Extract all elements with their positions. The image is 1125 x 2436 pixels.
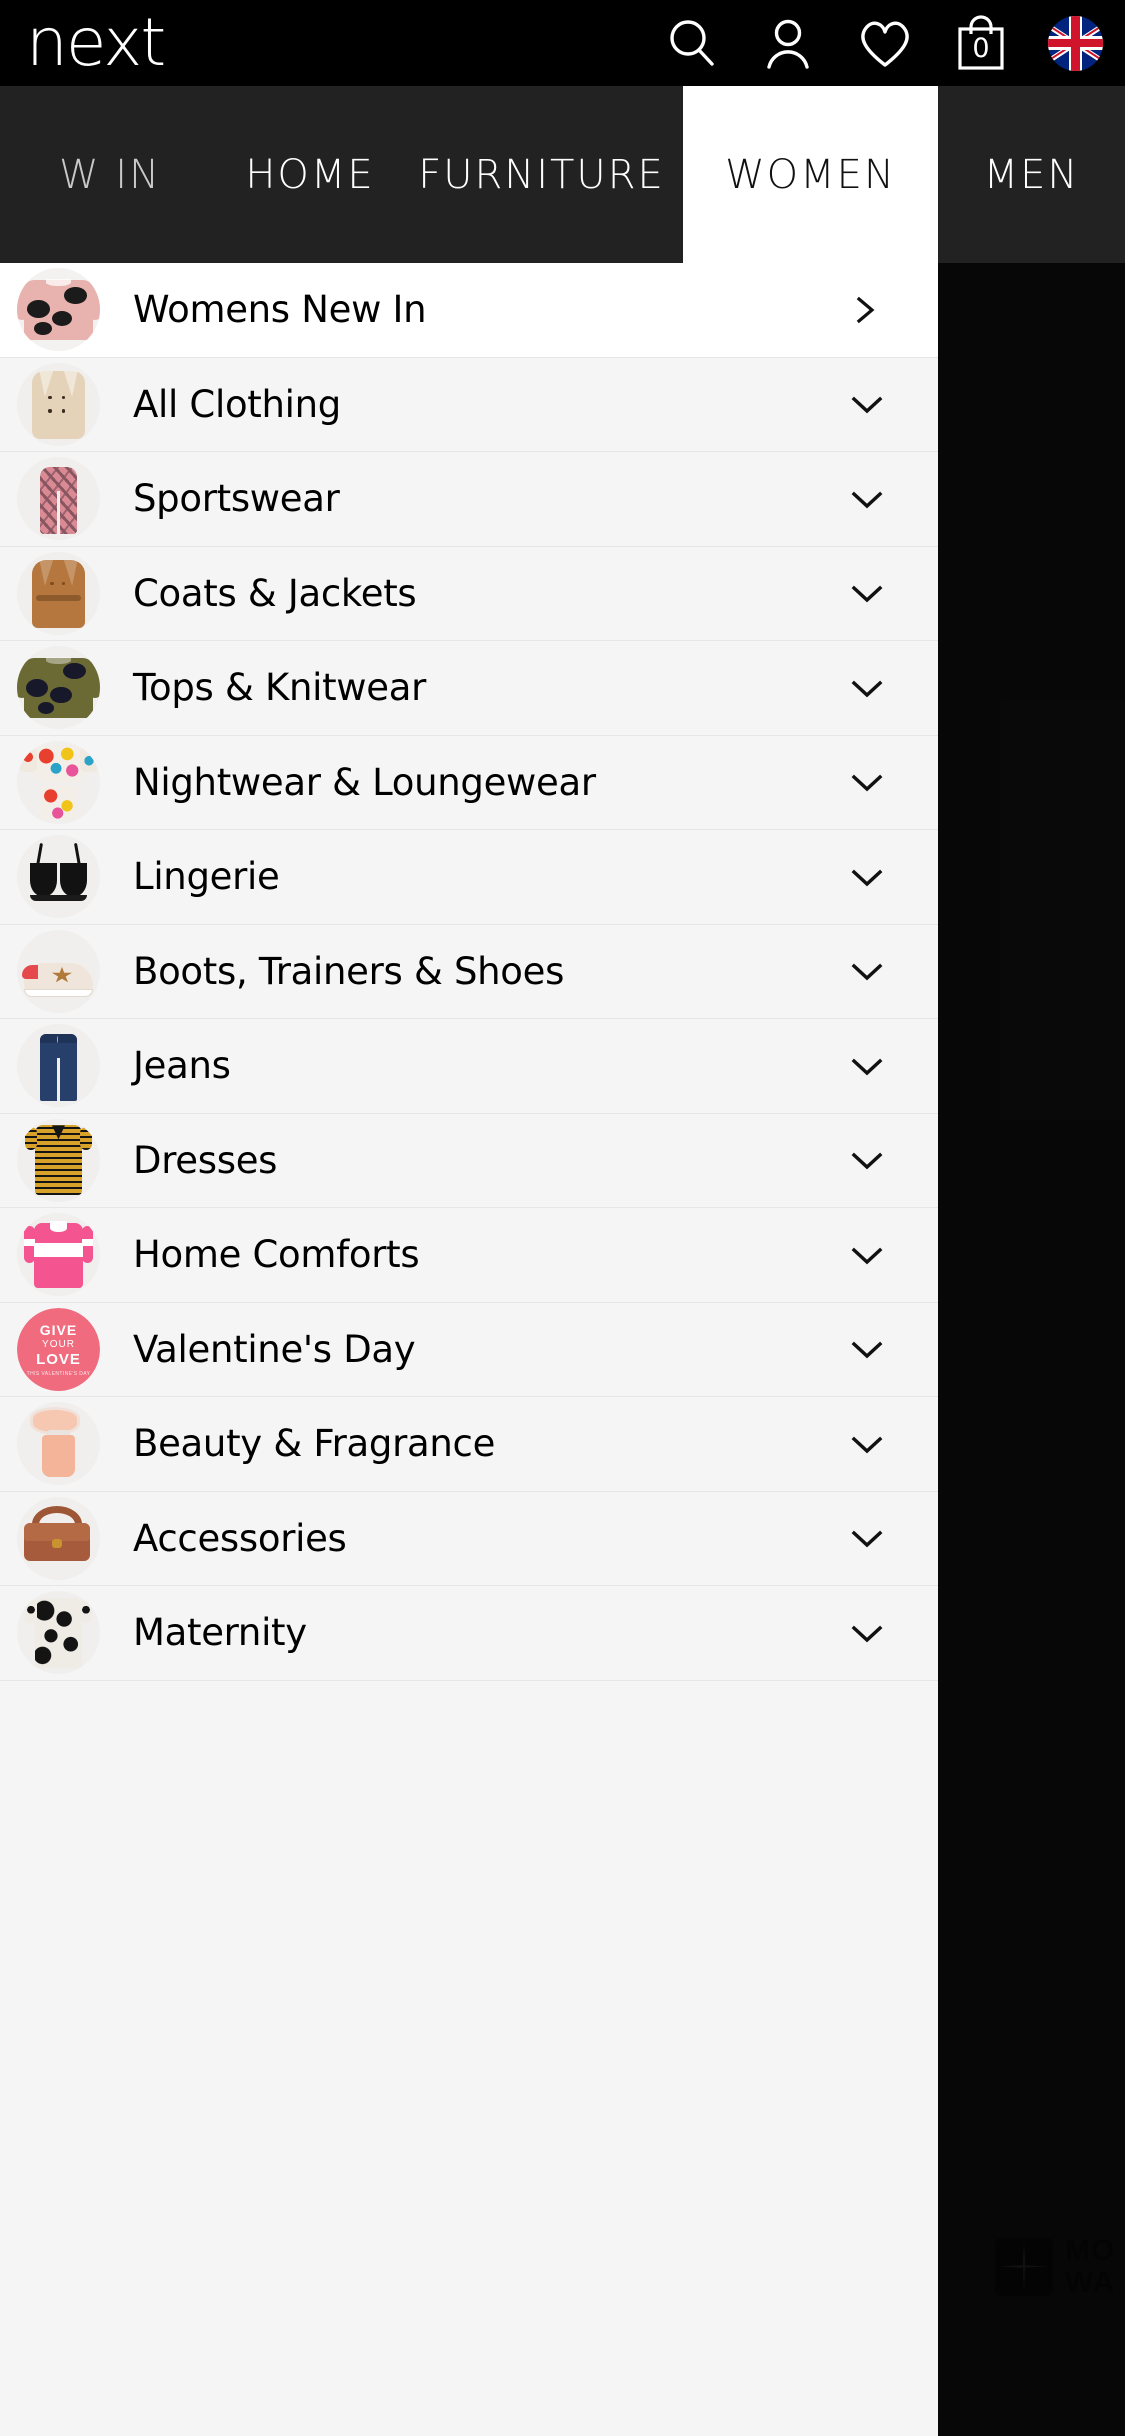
jeans-indigo-thumbnail	[17, 1024, 100, 1108]
next-logo[interactable]: next	[26, 10, 166, 76]
header-icon-group: 0	[664, 14, 1103, 72]
valentines-badge-illustration: GIVE YOUR LOVE THIS VALENTINE'S DAY	[17, 1307, 100, 1391]
tab-men[interactable]: MEN	[938, 86, 1125, 263]
jumper-khaki-polka-thumbnail	[17, 646, 100, 730]
menu-item-label: Nightwear & Loungewear	[133, 760, 596, 804]
menu-item-label: All Clothing	[133, 382, 341, 426]
chevron-down-icon[interactable]	[850, 1240, 883, 1270]
site-header: next 0	[0, 0, 1125, 86]
chevron-down-icon[interactable]	[850, 1145, 883, 1175]
cosmetics-peach-illustration	[17, 1402, 100, 1485]
menu-item-label: Jeans	[133, 1044, 231, 1088]
menu-item-label: Home Comforts	[133, 1233, 420, 1277]
cosmetics-peach-thumbnail	[17, 1402, 100, 1486]
uk-flag-icon[interactable]	[1048, 15, 1103, 71]
chevron-down-icon[interactable]	[850, 1334, 883, 1364]
top-pink-rugby-illustration	[17, 1213, 100, 1296]
menu-item-nightwear-loungewear[interactable]: Nightwear & Loungewear	[0, 735, 938, 830]
dress-mono-print-illustration	[17, 1591, 100, 1674]
bra-black-illustration	[17, 835, 100, 918]
chevron-down-icon[interactable]	[850, 1051, 883, 1081]
women-menu-panel: Womens New In All Clothing Sportswear Co…	[0, 263, 938, 2436]
top-pink-rugby-thumbnail	[17, 1213, 100, 1297]
menu-item-label: Sportswear	[133, 477, 340, 521]
coat-tan-leather-thumbnail	[17, 551, 100, 635]
chevron-down-icon[interactable]	[850, 956, 883, 986]
chevron-down-icon[interactable]	[850, 767, 883, 797]
dress-mustard-check-illustration	[17, 1119, 100, 1202]
menu-item-beauty-fragrance[interactable]: Beauty & Fragrance	[0, 1397, 938, 1492]
menu-item-coats-jackets[interactable]: Coats & Jackets	[0, 546, 938, 641]
chevron-down-icon[interactable]	[850, 578, 883, 608]
menu-item-sportswear[interactable]: Sportswear	[0, 452, 938, 547]
chevron-right-icon[interactable]	[850, 295, 880, 325]
trainer-cream-star-thumbnail	[17, 929, 100, 1013]
menu-item-label: Coats & Jackets	[133, 571, 417, 615]
tab-women[interactable]: WOMEN	[683, 86, 938, 263]
search-icon[interactable]	[664, 15, 720, 71]
chevron-down-icon[interactable]	[850, 862, 883, 892]
tab-home[interactable]: HOME	[220, 86, 400, 263]
coat-tan-leather-illustration	[17, 552, 100, 635]
pyjamas-floral-illustration	[17, 741, 100, 824]
menu-item-jeans[interactable]: Jeans	[0, 1019, 938, 1114]
chevron-down-icon[interactable]	[850, 1429, 883, 1459]
tab-w-in[interactable]: W IN	[0, 86, 220, 263]
valentines-badge-thumbnail: GIVE YOUR LOVE THIS VALENTINE'S DAY	[17, 1307, 100, 1391]
dress-mono-print-thumbnail	[17, 1591, 100, 1675]
menu-item-label: Womens New In	[133, 288, 427, 332]
jeans-indigo-illustration	[17, 1024, 100, 1107]
menu-item-label: Boots, Trainers & Shoes	[133, 949, 565, 993]
chevron-down-icon[interactable]	[850, 1618, 883, 1648]
menu-item-label: Dresses	[133, 1138, 278, 1182]
coat-cream-teddy-thumbnail	[17, 362, 100, 446]
menu-item-label: Lingerie	[133, 855, 280, 899]
menu-item-label: Beauty & Fragrance	[133, 1422, 496, 1466]
menu-item-womens-new-in[interactable]: Womens New In	[0, 263, 938, 358]
category-tab-strip: W IN HOME FURNITURE WOMEN MEN	[0, 86, 1125, 263]
menu-item-valentine-s-day[interactable]: GIVE YOUR LOVE THIS VALENTINE'S DAY Valen…	[0, 1302, 938, 1397]
menu-item-dresses[interactable]: Dresses	[0, 1113, 938, 1208]
menu-item-tops-knitwear[interactable]: Tops & Knitwear	[0, 641, 938, 736]
leggings-pink-print-illustration	[17, 457, 100, 540]
shopping-bag-icon[interactable]: 0	[954, 14, 1008, 72]
menu-item-label: Accessories	[133, 1516, 347, 1560]
handbag-tan-illustration	[17, 1497, 100, 1580]
bag-count-badge: 0	[972, 32, 990, 64]
menu-item-boots-trainers-shoes[interactable]: Boots, Trainers & Shoes	[0, 924, 938, 1019]
menu-item-label: Valentine's Day	[133, 1327, 416, 1371]
dress-mustard-check-thumbnail	[17, 1118, 100, 1202]
chevron-down-icon[interactable]	[850, 673, 883, 703]
coat-cream-teddy-illustration	[17, 363, 100, 446]
jumper-pink-polka-thumbnail	[17, 268, 100, 352]
menu-item-accessories[interactable]: Accessories	[0, 1491, 938, 1586]
handbag-tan-thumbnail	[17, 1496, 100, 1580]
menu-item-label: Tops & Knitwear	[133, 666, 426, 710]
menu-item-lingerie[interactable]: Lingerie	[0, 830, 938, 925]
menu-item-label: Maternity	[133, 1611, 307, 1655]
chevron-down-icon[interactable]	[850, 389, 883, 419]
jumper-khaki-polka-illustration	[17, 646, 100, 729]
account-icon[interactable]	[760, 15, 816, 71]
chevron-down-icon[interactable]	[850, 484, 883, 514]
menu-item-maternity[interactable]: Maternity	[0, 1586, 938, 1681]
leggings-pink-print-thumbnail	[17, 457, 100, 541]
menu-item-home-comforts[interactable]: Home Comforts	[0, 1208, 938, 1303]
tab-furniture[interactable]: FURNITURE	[400, 86, 683, 263]
chevron-down-icon[interactable]	[850, 1523, 883, 1553]
bra-black-thumbnail	[17, 835, 100, 919]
menu-item-all-clothing[interactable]: All Clothing	[0, 357, 938, 452]
pyjamas-floral-thumbnail	[17, 740, 100, 824]
jumper-pink-polka-illustration	[17, 268, 100, 351]
wishlist-heart-icon[interactable]	[856, 15, 914, 71]
trainer-cream-star-illustration	[17, 930, 100, 1013]
